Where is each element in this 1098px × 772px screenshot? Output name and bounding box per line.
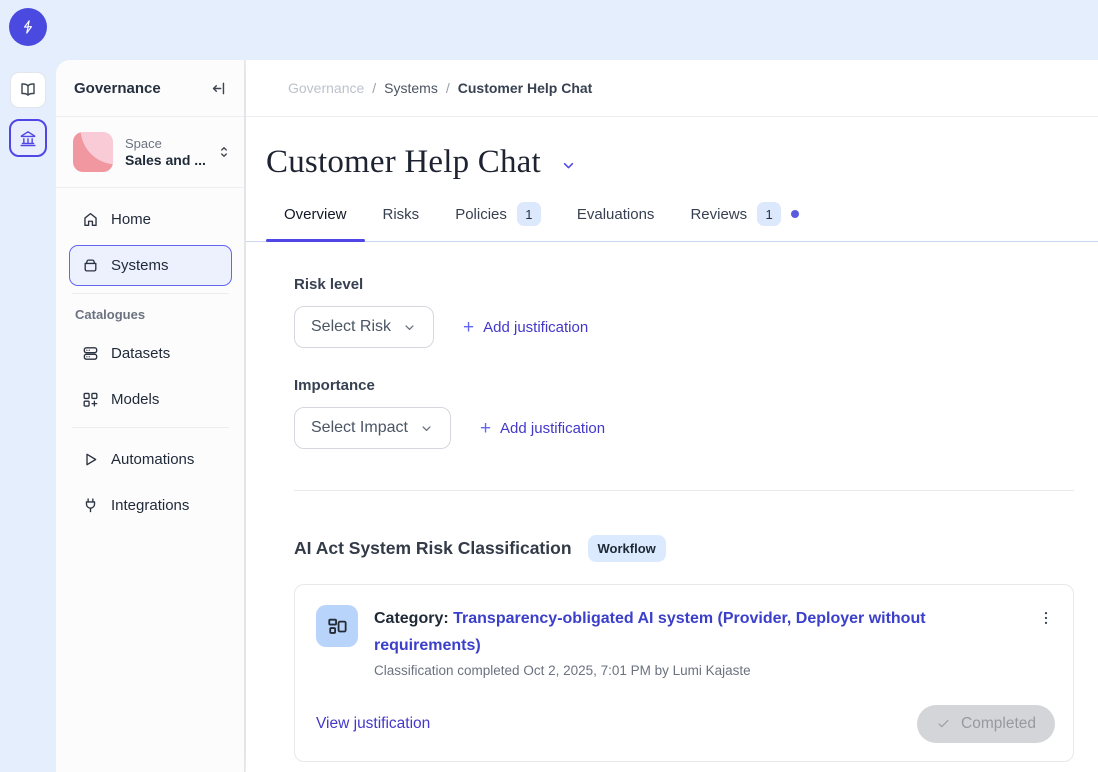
workflow-badge: Workflow [588,535,666,562]
add-importance-justification-link[interactable]: + Add justification [480,419,605,438]
category-icon [316,605,358,647]
view-justification-link[interactable]: View justification [316,715,430,733]
space-switcher[interactable]: Space Sales and ... [56,117,244,188]
reviews-count-badge: 1 [757,202,781,226]
card-menu-button[interactable] [1037,607,1055,629]
sidebar-item-label: Systems [111,257,169,274]
tab-label: Reviews [690,206,747,223]
check-icon [936,716,951,731]
breadcrumb-separator: / [372,80,376,96]
plus-icon: + [463,318,474,337]
risk-level-select[interactable]: Select Risk [294,306,434,348]
page-title: Customer Help Chat [266,144,541,181]
squiggle-logo-icon [18,17,38,37]
sidebar-title: Governance [74,80,161,97]
page-header: Customer Help Chat [246,117,1098,181]
sidebar-item-datasets[interactable]: Datasets [69,333,232,374]
policies-count-badge: 1 [517,202,541,226]
tab-risks[interactable]: Risks [365,200,438,241]
sidebar-item-label: Models [111,391,159,408]
collapse-sidebar-icon [210,79,229,98]
home-icon [81,210,100,229]
app-root: Governance Space Sales and ... [0,0,1098,772]
overview-content: Risk level Select Risk + Add justificati… [246,242,1098,762]
plug-icon [81,496,100,515]
breadcrumb-governance: Governance [288,80,364,96]
select-value: Select Impact [311,419,408,437]
sidebar-nav: Home Systems Catalogues [56,188,244,526]
space-avatar [73,132,113,172]
chevron-down-icon [402,320,417,335]
collapse-sidebar-button[interactable] [210,79,229,98]
sidebar-item-models[interactable]: Models [69,379,232,420]
classification-section-title: AI Act System Risk Classification [294,538,572,559]
risk-level-label: Risk level [294,276,1074,293]
governance-rail-button[interactable] [9,119,47,157]
space-meta: Space Sales and ... [125,136,204,169]
main-panel: Governance / Systems / Customer Help Cha… [246,60,1098,772]
category-result-link[interactable]: Transparency-obligated AI system (Provid… [374,610,926,654]
sidebar-item-label: Integrations [111,497,189,514]
breadcrumb-separator: / [446,80,450,96]
section-divider [294,490,1074,491]
space-type-label: Space [125,136,204,153]
sidebar-header: Governance [56,60,244,117]
reviews-notification-dot [791,210,799,218]
sidebar-item-home[interactable]: Home [69,199,232,240]
classification-card: Category: Transparency-obligated AI syst… [294,584,1074,762]
select-value: Select Risk [311,318,391,336]
sidebar-item-label: Automations [111,451,194,468]
datasets-server-icon [81,344,100,363]
tab-label: Risks [383,206,420,223]
add-risk-justification-link[interactable]: + Add justification [463,318,588,337]
classification-meta: Classification completed Oct 2, 2025, 7:… [374,663,1021,678]
icon-rail [0,60,56,772]
tab-label: Overview [284,206,347,223]
title-chevron-down-icon[interactable] [560,157,577,174]
tab-label: Evaluations [577,206,655,223]
sidebar-item-label: Datasets [111,345,170,362]
tab-policies[interactable]: Policies 1 [437,200,559,241]
play-icon [81,450,100,469]
importance-select[interactable]: Select Impact [294,407,451,449]
app-logo-button[interactable] [9,8,47,46]
add-justification-label: Add justification [500,420,605,437]
space-name: Sales and ... [125,152,204,168]
chevrons-up-down-icon [216,144,232,160]
importance-label: Importance [294,377,1074,394]
tab-evaluations[interactable]: Evaluations [559,200,673,241]
sidebar-item-integrations[interactable]: Integrations [69,485,232,526]
kebab-menu-icon [1037,607,1055,629]
breadcrumb-systems[interactable]: Systems [384,80,438,96]
sidebar-divider [72,293,229,294]
breadcrumb: Governance / Systems / Customer Help Cha… [246,60,1098,117]
chevron-down-icon [419,421,434,436]
add-justification-label: Add justification [483,319,588,336]
sidebar-item-systems[interactable]: Systems [69,245,232,286]
sidebar-divider [72,427,229,428]
breadcrumb-current: Customer Help Chat [458,80,593,96]
systems-box-icon [81,256,100,275]
governance-sidebar: Governance Space Sales and ... [56,60,245,772]
sidebar-item-automations[interactable]: Automations [69,439,232,480]
models-grid-plus-icon [81,390,100,409]
category-prefix: Category: [374,610,449,627]
tab-reviews[interactable]: Reviews 1 [672,200,817,241]
docs-rail-button[interactable] [10,72,46,108]
plus-icon: + [480,419,491,438]
tab-label: Policies [455,206,507,223]
tab-overview[interactable]: Overview [266,200,365,241]
book-open-icon [18,80,38,100]
catalogues-section-label: Catalogues [69,305,232,333]
completed-status-button[interactable]: Completed [917,705,1055,743]
bank-landmark-icon [18,128,38,148]
tab-bar: Overview Risks Policies 1 Evaluations Re… [246,200,1098,242]
completed-label: Completed [961,715,1036,733]
sidebar-item-label: Home [111,211,151,228]
